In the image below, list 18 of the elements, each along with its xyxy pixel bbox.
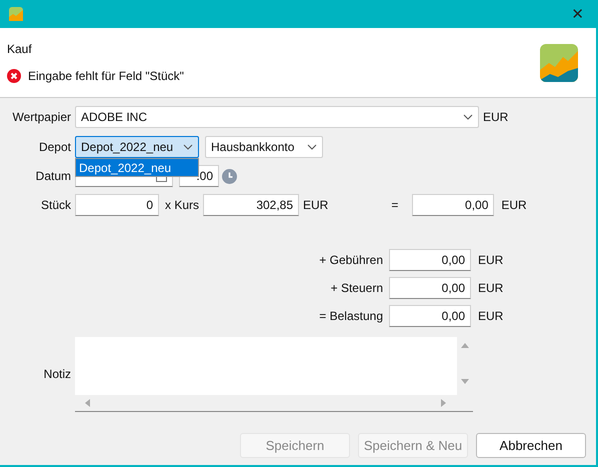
field-label: Notiz: [44, 367, 71, 381]
currency-label: EUR: [478, 281, 504, 295]
currency-label: EUR: [303, 198, 328, 212]
field-label: Depot: [38, 140, 71, 154]
currency-label: EUR: [478, 253, 504, 267]
amount-label: = Belastung: [319, 309, 383, 323]
dialog-heading: Kauf: [7, 42, 33, 56]
price-label: x Kurs: [165, 198, 200, 212]
currency-label: EUR: [478, 309, 504, 323]
equals-sign: =: [391, 198, 398, 212]
currency-label: EUR: [501, 198, 527, 212]
error-message: Eingabe fehlt für Feld "Stück": [28, 69, 184, 83]
field-label: Datum: [36, 169, 71, 183]
field-label: Wertpapier: [12, 110, 71, 124]
field-label: Stück: [40, 198, 71, 212]
amount-label: + Steuern: [330, 281, 383, 295]
currency-label: EUR: [483, 110, 508, 124]
amount-label: + Gebühren: [319, 253, 383, 267]
